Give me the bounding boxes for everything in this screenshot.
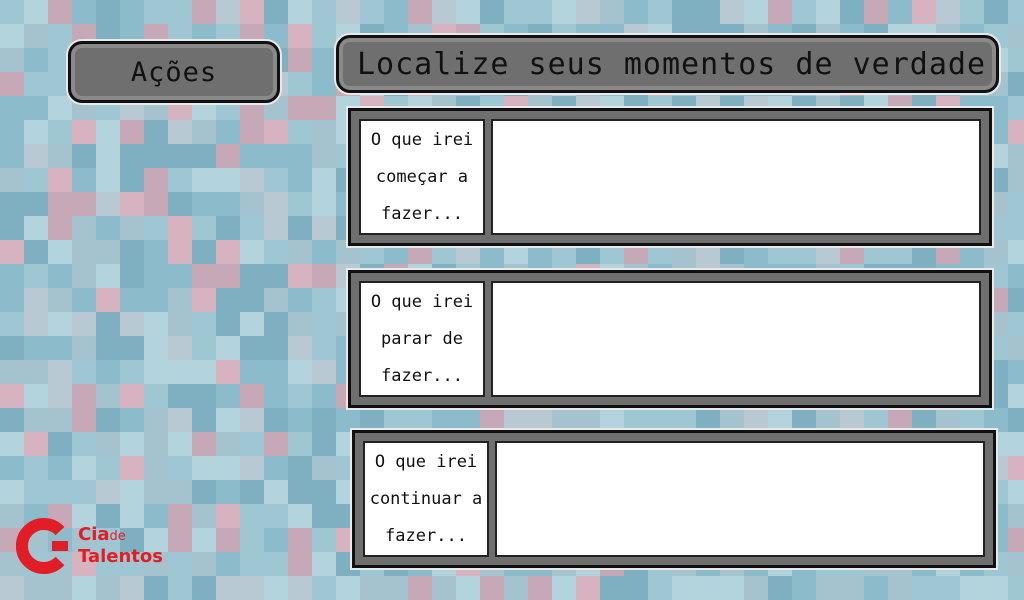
stop-doing-label-box: O que irei parar de fazer...	[359, 281, 485, 397]
header-title-pill: Localize seus momentos de verdade	[336, 35, 999, 93]
logo-text-de: de	[109, 529, 126, 544]
continue-doing-label-box: O que irei continuar a fazer...	[363, 441, 489, 557]
logo-text-cia: Cia	[78, 524, 110, 545]
start-doing-label: O que irei começar a fazer...	[370, 129, 474, 224]
logo-text-talentos: Talentos	[78, 546, 163, 567]
logo-wordmark: Ciade Talentos	[78, 525, 163, 567]
stop-doing-input[interactable]	[491, 281, 981, 397]
start-doing-label-box: O que irei começar a fazer...	[359, 119, 485, 235]
continue-doing-label: O que irei continuar a fazer...	[369, 451, 483, 546]
start-doing-row: O que irei começar a fazer...	[348, 108, 992, 246]
cia-de-talentos-logo: Ciade Talentos	[16, 517, 163, 575]
actions-label: Ações	[130, 56, 218, 88]
c-mark-icon	[16, 518, 68, 574]
continue-doing-row: O que irei continuar a fazer...	[352, 430, 996, 568]
stop-doing-label: O que irei parar de fazer...	[370, 291, 474, 386]
continue-doing-input[interactable]	[495, 441, 985, 557]
actions-label-pill: Ações	[68, 41, 280, 103]
stop-doing-row: O que irei parar de fazer...	[348, 270, 992, 408]
page-title: Localize seus momentos de verdade	[357, 46, 987, 82]
start-doing-input[interactable]	[491, 119, 981, 235]
